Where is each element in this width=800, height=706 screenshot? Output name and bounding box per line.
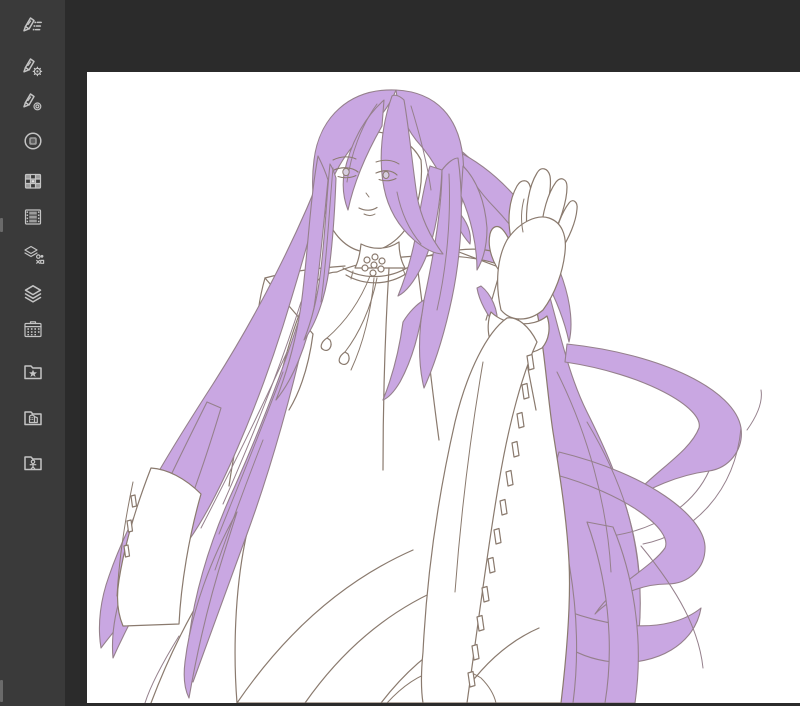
sidebar-item-color-slider[interactable] (0, 199, 65, 235)
layers-status-icon (23, 245, 44, 264)
sidebar-item-material-favorites[interactable] (0, 354, 65, 390)
swatch-grid-icon (24, 173, 41, 189)
folder-building-icon (23, 411, 42, 426)
sidebar-item-material-figures[interactable] (0, 445, 65, 481)
panel-splitter-grip[interactable] (0, 218, 3, 232)
application-window (0, 0, 800, 706)
sidebar-item-color-set[interactable] (0, 163, 65, 199)
filmstrip-icon (24, 209, 41, 225)
artwork-illustration (98, 89, 762, 703)
pen-circle-icon (22, 93, 41, 111)
panel-splitter-grip[interactable] (0, 680, 3, 702)
sidebar-item-layers[interactable] (0, 276, 65, 312)
sidebar-item-color-wheel[interactable] (0, 123, 65, 159)
sidebar-item-tool-property[interactable] (0, 49, 65, 85)
left-sleeve-panel (116, 467, 202, 627)
document-canvas[interactable] (87, 72, 800, 703)
sidebar-item-brush-size[interactable] (0, 84, 65, 120)
pen-gear-icon (22, 58, 42, 77)
pen-list-icon (22, 17, 42, 32)
folder-figure-icon (23, 456, 42, 471)
layers-icon (24, 285, 41, 303)
folder-star-icon (23, 365, 42, 380)
color-wheel-icon (23, 132, 42, 150)
palette-dock-sidebar (0, 0, 65, 706)
sidebar-item-sub-tool[interactable] (0, 8, 65, 44)
sidebar-item-layer-property[interactable] (0, 237, 65, 273)
sidebar-item-item-grid[interactable] (0, 311, 65, 347)
panel-grid-icon (23, 321, 42, 338)
sidebar-item-material-buildings[interactable] (0, 400, 65, 436)
